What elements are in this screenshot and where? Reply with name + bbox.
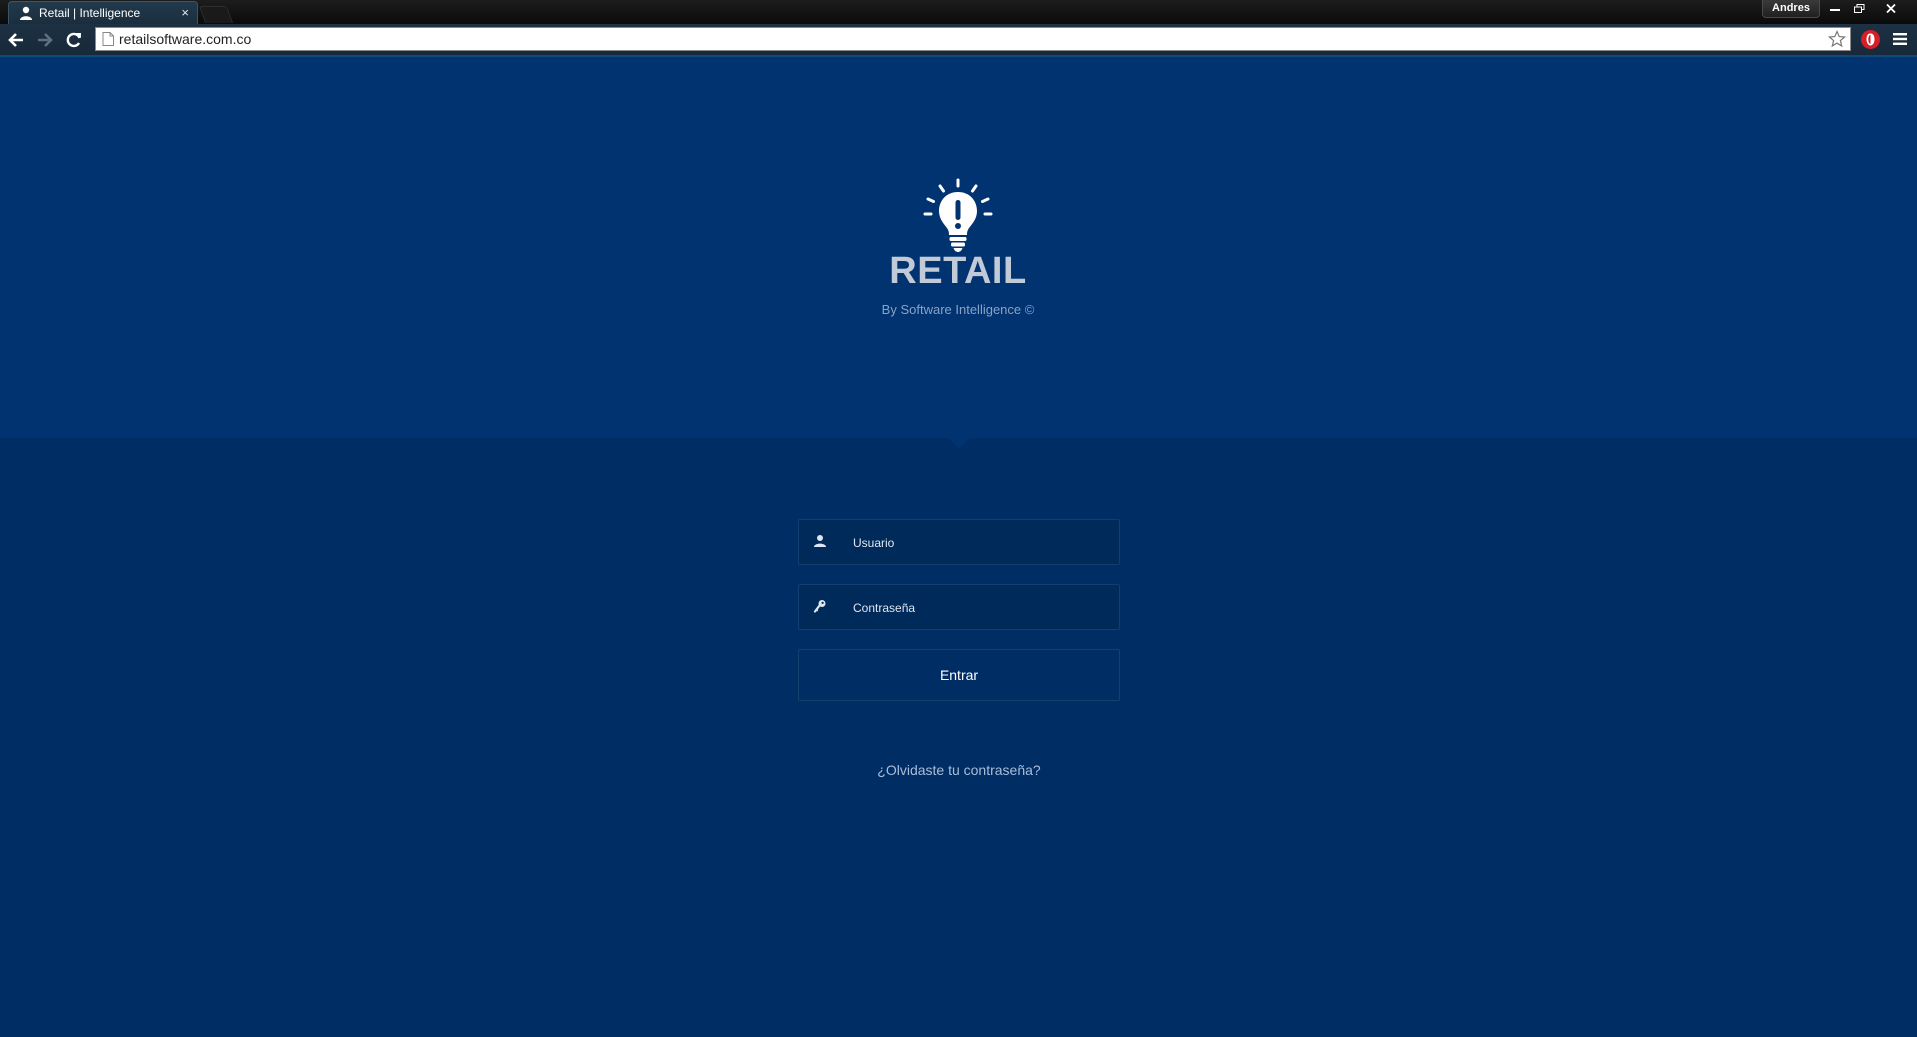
browser-menu-icon[interactable] <box>1892 32 1908 46</box>
key-icon <box>813 600 826 613</box>
address-bar[interactable]: retailsoftware.com.co <box>95 27 1851 51</box>
user-icon <box>814 535 826 547</box>
extension-shield-icon[interactable] <box>1860 29 1881 50</box>
reload-icon[interactable] <box>64 30 84 50</box>
url-text: retailsoftware.com.co <box>119 31 252 47</box>
tab-title: Retail | Intelligence <box>39 6 141 20</box>
profile-button[interactable]: Andres <box>1762 0 1820 18</box>
restore-icon <box>1853 4 1864 13</box>
minimize-icon <box>1830 9 1840 11</box>
browser-tab-active[interactable]: Retail | Intelligence × <box>8 1 198 24</box>
lightbulb-logo-icon <box>923 178 993 252</box>
login-submit-button[interactable]: Entrar <box>798 649 1120 701</box>
hero-notch <box>948 438 970 448</box>
hero-header: RETAIL By Software Intelligence © <box>0 57 1917 438</box>
brand-title: RETAIL <box>889 250 1027 292</box>
page-icon <box>102 32 114 46</box>
username-field[interactable] <box>798 519 1120 566</box>
browser-toolbar: retailsoftware.com.co <box>0 24 1917 57</box>
new-tab-button[interactable] <box>198 6 234 23</box>
restore-button[interactable] <box>1848 0 1870 16</box>
brand-byline: By Software Intelligence © <box>881 302 1035 317</box>
window-close-button[interactable] <box>1880 0 1902 16</box>
back-arrow-icon[interactable] <box>6 30 26 50</box>
tab-close-icon[interactable]: × <box>181 2 189 24</box>
forgot-password-link[interactable]: ¿Olvidaste tu contraseña? <box>808 762 1110 778</box>
user-favicon-icon <box>20 6 32 20</box>
bookmark-star-icon[interactable] <box>1828 30 1846 48</box>
forward-arrow-icon[interactable] <box>35 30 55 50</box>
login-page: RETAIL By Software Intelligence © Entrar… <box>0 57 1917 1037</box>
password-input[interactable] <box>851 585 1115 631</box>
browser-titlebar: Retail | Intelligence × Andres <box>0 0 1917 24</box>
close-icon <box>1886 4 1896 13</box>
minimize-button[interactable] <box>1824 0 1846 16</box>
username-input[interactable] <box>851 520 1115 566</box>
password-field[interactable] <box>798 584 1120 631</box>
